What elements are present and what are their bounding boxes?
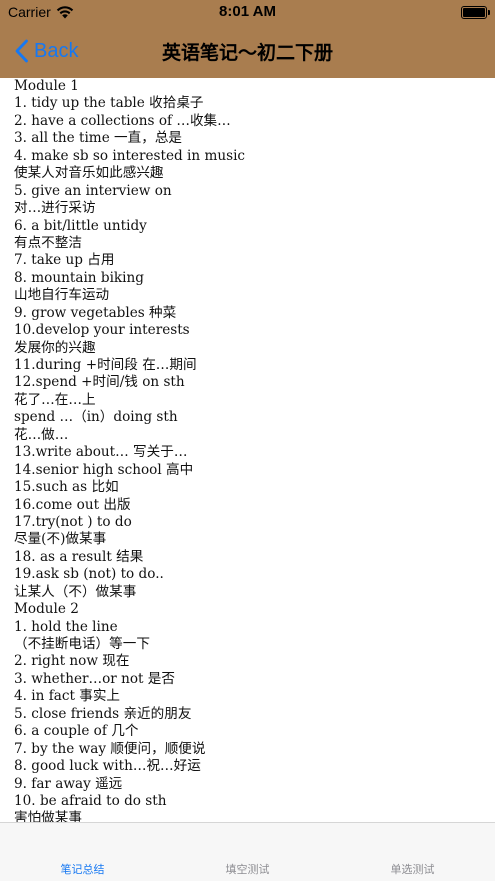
header: Carrier 8:01 AM Back 英语笔记～初二下册: [0, 0, 495, 78]
note-line: 12.spend +时间/钱 on sth: [14, 374, 185, 391]
tab-item[interactable]: 笔记总结: [0, 823, 165, 881]
tab-label: 填空测试: [225, 863, 270, 876]
note-line: 17.try(not ) to do: [14, 513, 132, 530]
note-line: 7. take up 占用: [14, 252, 115, 269]
battery-icon: [461, 6, 490, 19]
note-line: 10.develop your interests: [14, 322, 190, 339]
note-line: （不挂断电话）等一下: [14, 636, 150, 652]
note-line: 18. as a result 结果: [14, 548, 144, 565]
status-bar: Carrier 8:01 AM: [0, 0, 495, 26]
note-line: 对…进行采访: [14, 200, 96, 217]
note-line: 发展你的兴趣: [14, 339, 96, 356]
note-line: 10. be afraid to do sth: [14, 792, 167, 809]
note-line: 6. a bit/little untidy: [14, 217, 147, 234]
note-line: Module 2: [14, 601, 79, 618]
note-line: 害怕做某事: [14, 810, 82, 822]
tab-item[interactable]: 单选测试: [330, 823, 495, 881]
navigation-bar: Back 英语笔记～初二下册: [0, 26, 495, 76]
note-line: spend …（in）doing sth: [14, 409, 178, 426]
tab-label: 单选测试: [390, 863, 435, 876]
note-line: 8. mountain biking: [14, 269, 144, 286]
note-line: 7. by the way 顺便问，顺便说: [14, 740, 206, 757]
status-time: 8:01 AM: [219, 3, 276, 20]
note-line: 14.senior high school 高中: [14, 461, 194, 478]
notes-content[interactable]: Module 1 1. tidy up the table 收拾桌子 2. have…: [0, 78, 495, 822]
note-line: 4. make sb so interested in music: [14, 147, 246, 164]
note-line: 1. hold the line: [14, 618, 118, 635]
note-line: 花了…在…上: [14, 391, 96, 408]
note-line: 使某人对音乐如此感兴趣: [14, 165, 164, 182]
app-screen: Carrier 8:01 AM Back 英语笔记～初二下册 Module 1 …: [0, 0, 495, 881]
note-line: 1. tidy up the table 收拾桌子: [14, 95, 204, 112]
note-line: 9. far away 遥远: [14, 775, 123, 792]
note-line: 3. whether…or not 是否: [14, 670, 175, 687]
note-line: 山地自行车运动: [14, 287, 110, 304]
note-line: 4. in fact 事实上: [14, 688, 121, 705]
note-line: 13.write about… 写关于…: [14, 444, 188, 461]
note-line: 2. have a collections of …收集…: [14, 112, 231, 129]
note-line: Module 1: [14, 78, 79, 94]
note-line: 8. good luck with…祝…好运: [14, 758, 201, 775]
battery-fill: [463, 8, 485, 17]
note-line: 有点不整洁: [14, 234, 82, 251]
tab-label: 笔记总结: [60, 863, 105, 876]
page-title: 英语笔记～初二下册: [161, 42, 333, 64]
note-line: 19.ask sb (not) to do..: [14, 566, 164, 583]
note-line: 11.during +时间段 在…期间: [14, 357, 197, 373]
tab-item[interactable]: 填空测试: [165, 823, 330, 881]
note-line: 5. give an interview on: [14, 182, 172, 199]
tab-bar: 笔记总结 填空测试 单选测试: [0, 822, 495, 881]
note-line: 6. a couple of 几个: [14, 723, 139, 740]
note-line: 让某人（不）做某事: [14, 583, 137, 600]
note-line: 2. right now 现在: [14, 653, 130, 670]
note-line: 16.come out 出版: [14, 496, 131, 513]
note-line: 3. all the time 一直，总是: [14, 130, 183, 147]
note-line: 花…做…: [14, 426, 69, 443]
note-line: 5. close friends 亲近的朋友: [14, 705, 192, 722]
note-line: 15.such as 比如: [14, 479, 119, 496]
note-line: 尽量(不)做某事: [14, 531, 107, 548]
note-line: 9. grow vegetables 种菜: [14, 304, 177, 321]
